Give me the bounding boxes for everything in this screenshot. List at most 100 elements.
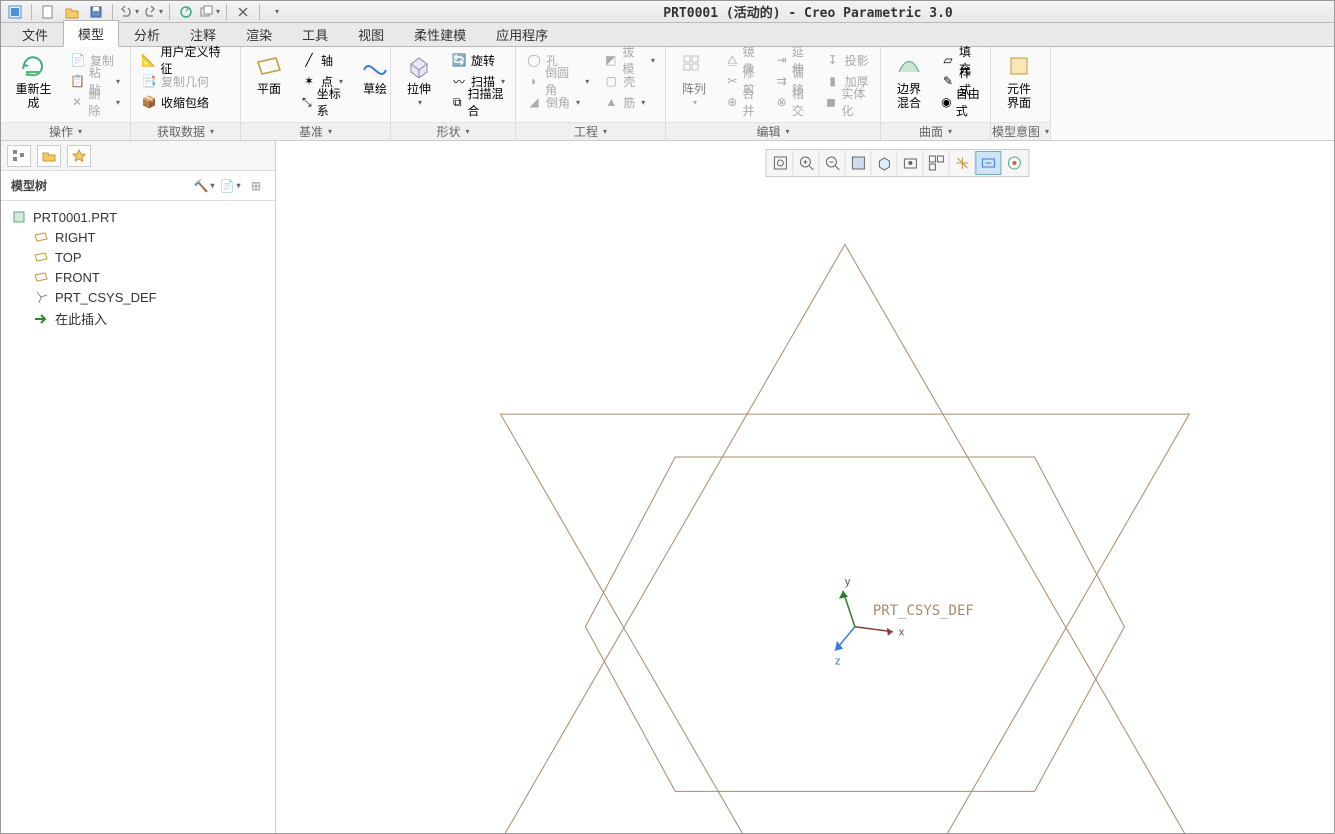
tree-tool-settings-icon[interactable]: 📄▾ — [221, 177, 239, 195]
datum-plane-icon — [33, 229, 49, 245]
sweepblend-button[interactable]: ⧉扫描混合 — [447, 92, 509, 112]
boundary-button[interactable]: 边界 混合 — [887, 50, 931, 112]
panel-shape-label[interactable]: 形状▾ — [391, 122, 515, 140]
sweep-icon: 〰 — [451, 73, 467, 89]
annotation-display-icon[interactable] — [975, 151, 1001, 175]
view-manager-icon[interactable] — [923, 151, 949, 175]
redo-icon[interactable]: ▾ — [143, 3, 163, 21]
intersect-button: ⊗相交 — [771, 92, 814, 112]
tree-tool-filter-icon[interactable]: 🔨▾ — [195, 177, 213, 195]
project-icon: ↧ — [825, 52, 841, 68]
save-icon[interactable] — [86, 3, 106, 21]
quick-access-toolbar: ▾ ▾ ▾ ▾ — [5, 3, 286, 21]
boundary-icon — [895, 52, 923, 80]
copygeom-button: 📑复制几何 — [137, 71, 234, 91]
panel-modelintent-label[interactable]: 模型意图▾ — [991, 122, 1050, 140]
regenerate-button[interactable]: 重新生成 — [7, 50, 60, 112]
app-menu-icon[interactable] — [5, 3, 25, 21]
extend-icon: ⇥ — [775, 52, 788, 68]
extrude-button[interactable]: 拉伸 ▾ — [397, 50, 441, 109]
chamfer-button: ◢倒角▾ — [522, 92, 593, 112]
undo-icon[interactable]: ▾ — [119, 3, 139, 21]
spin-center-icon[interactable] — [1001, 151, 1027, 175]
close-icon[interactable] — [233, 3, 253, 21]
tab-flex[interactable]: 柔性建模 — [399, 21, 481, 47]
windows-icon[interactable]: ▾ — [200, 3, 220, 21]
trim-icon: ✂ — [726, 73, 739, 89]
shrinkwrap-button[interactable]: 📦收缩包络 — [137, 92, 234, 112]
favorites-icon[interactable] — [67, 145, 91, 167]
tab-analysis[interactable]: 分析 — [119, 21, 175, 47]
tree-root[interactable]: PRT0001.PRT — [5, 207, 271, 227]
tree-item-insert[interactable]: 在此插入 — [5, 307, 271, 330]
copygeom-icon: 📑 — [141, 73, 157, 89]
tab-annotate[interactable]: 注释 — [175, 21, 231, 47]
folder-view-icon[interactable] — [37, 145, 61, 167]
shrinkwrap-icon: 📦 — [141, 94, 157, 110]
revolve-button[interactable]: 🔄旋转 — [447, 50, 509, 70]
panel-datum-label[interactable]: 基准▾ — [241, 122, 390, 140]
rib-icon: ▲ — [603, 94, 619, 110]
solidify-button: ◼实体化 — [821, 92, 874, 112]
refit-icon[interactable] — [767, 151, 793, 175]
model-tree: PRT0001.PRT RIGHT TOP FRONT PRT_CSYS_DEF — [1, 201, 275, 833]
zoom-out-icon[interactable] — [819, 151, 845, 175]
panel-getdata-label[interactable]: 获取数据▾ — [131, 122, 240, 140]
panel-engineering-label[interactable]: 工程▾ — [516, 122, 665, 140]
sweepblend-icon: ⧉ — [451, 94, 464, 110]
repaint-icon[interactable] — [845, 151, 871, 175]
delete-icon: ✕ — [70, 94, 84, 110]
ribbon: 重新生成 📄复制 📋粘贴▾ ✕删除▾ 操作▾ 📐用户定义特征 📑复制几何 📦收缩… — [1, 47, 1334, 141]
revolve-icon: 🔄 — [451, 52, 467, 68]
round-button: ◗倒圆角▾ — [522, 71, 593, 91]
view-toolbar — [765, 149, 1029, 177]
part-icon — [11, 209, 27, 225]
tree-view-icon[interactable] — [7, 145, 31, 167]
freestyle-icon: ◉ — [941, 94, 952, 110]
pattern-icon — [680, 52, 708, 80]
tree-item-front[interactable]: FRONT — [5, 267, 271, 287]
mirror-icon: ⧋ — [726, 52, 739, 68]
tree-item-right[interactable]: RIGHT — [5, 227, 271, 247]
open-icon[interactable] — [62, 3, 82, 21]
tree-tool-show-icon[interactable]: ⊞ — [247, 177, 265, 195]
zoom-in-icon[interactable] — [793, 151, 819, 175]
tab-view[interactable]: 视图 — [343, 21, 399, 47]
udf-button[interactable]: 📐用户定义特征 — [137, 50, 234, 70]
datum-plane-icon — [33, 249, 49, 265]
pattern-button[interactable]: 阵列 ▾ — [672, 50, 716, 109]
project-button: ↧投影 — [821, 50, 874, 70]
panel-operation-label[interactable]: 操作▾ — [1, 122, 130, 140]
display-style-icon[interactable] — [871, 151, 897, 175]
round-icon: ◗ — [526, 73, 541, 89]
qat-dropdown-icon[interactable]: ▾ — [266, 3, 286, 21]
regen-qat-icon[interactable] — [176, 3, 196, 21]
svg-text:y: y — [845, 576, 851, 588]
canvas: x y z PRT_CSYS_DEF — [276, 141, 1334, 833]
tab-file[interactable]: 文件 — [7, 21, 63, 47]
panel-surface-label[interactable]: 曲面▾ — [881, 122, 990, 140]
plane-button[interactable]: 平面 — [247, 50, 291, 98]
draft-icon: ◩ — [603, 52, 618, 68]
tab-render[interactable]: 渲染 — [231, 21, 287, 47]
tree-item-csys[interactable]: PRT_CSYS_DEF — [5, 287, 271, 307]
axis-button[interactable]: ╱轴 — [297, 50, 347, 70]
tree-item-top[interactable]: TOP — [5, 247, 271, 267]
datum-display-icon[interactable] — [949, 151, 975, 175]
csys-button[interactable]: ⤡坐标系 — [297, 92, 347, 112]
panel-edit-label[interactable]: 编辑▾ — [666, 122, 880, 140]
tab-model[interactable]: 模型 — [63, 20, 119, 47]
draft-button: ◩拔模▾ — [599, 50, 659, 70]
tab-app[interactable]: 应用程序 — [481, 21, 563, 47]
tab-tools[interactable]: 工具 — [287, 21, 343, 47]
componentui-button[interactable]: 元件 界面 — [997, 50, 1041, 112]
csys-label: PRT_CSYS_DEF — [873, 603, 974, 619]
rib-button: ▲筋▾ — [599, 92, 659, 112]
thicken-icon: ▮ — [825, 73, 841, 89]
merge-icon: ⊕ — [726, 94, 739, 110]
merge-button: ⊕合并 — [722, 92, 765, 112]
3d-viewport[interactable]: x y z PRT_CSYS_DEF — [276, 141, 1334, 833]
saved-views-icon[interactable] — [897, 151, 923, 175]
new-icon[interactable] — [38, 3, 58, 21]
freestyle-button[interactable]: ◉自由式 — [937, 92, 984, 112]
